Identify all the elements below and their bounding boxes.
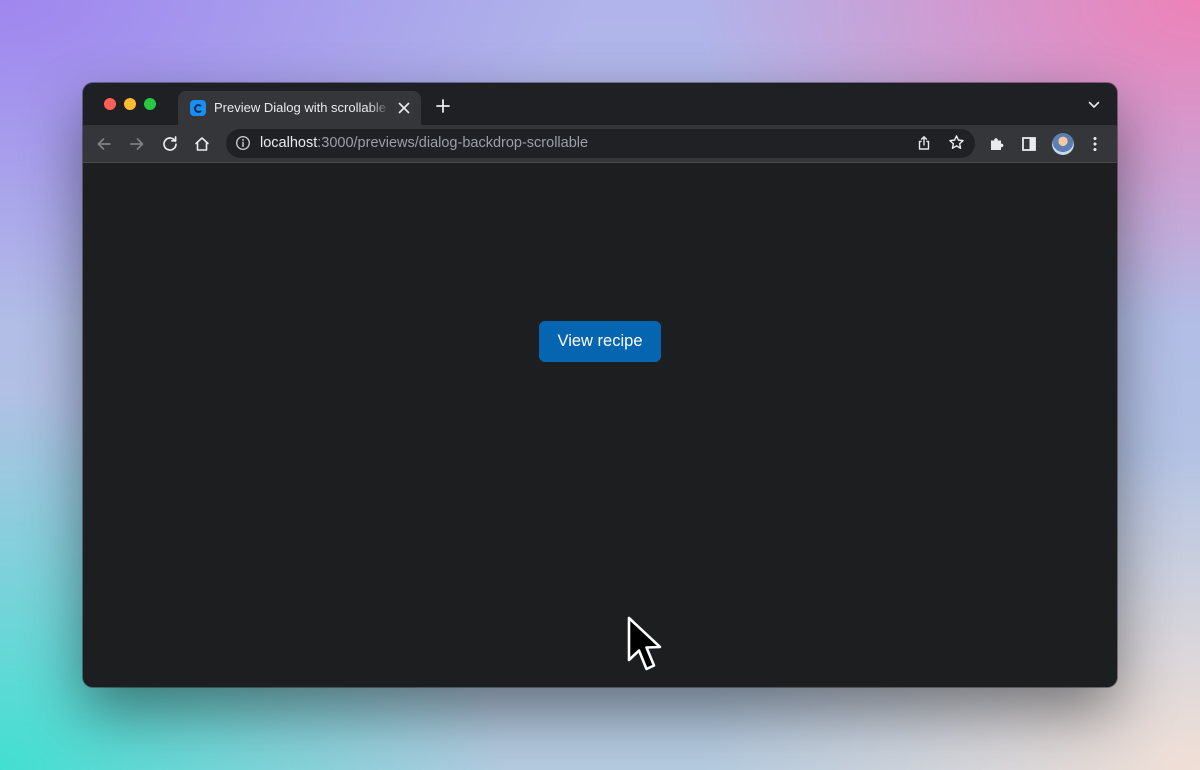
title-bar: Preview Dialog with scrollable backdrop	[83, 83, 1117, 125]
minimize-window-button[interactable]	[124, 98, 136, 110]
avatar[interactable]	[1052, 133, 1074, 155]
home-icon[interactable]	[193, 135, 211, 153]
chevron-down-icon[interactable]	[1088, 101, 1100, 109]
browser-tab[interactable]: Preview Dialog with scrollable backdrop	[178, 91, 421, 125]
address-bar[interactable]: localhost:3000/previews/dialog-backdrop-…	[226, 129, 975, 158]
close-tab-icon[interactable]	[397, 101, 411, 115]
url-host: localhost	[260, 135, 318, 151]
page-content: View recipe	[83, 163, 1117, 687]
side-panel-icon[interactable]	[1020, 135, 1038, 153]
browser-toolbar: localhost:3000/previews/dialog-backdrop-…	[83, 125, 1117, 163]
share-icon[interactable]	[916, 135, 932, 151]
new-tab-icon[interactable]	[436, 99, 450, 113]
mouse-cursor-icon	[627, 616, 662, 671]
tab-title: Preview Dialog with scrollable backdrop	[214, 100, 390, 115]
close-window-button[interactable]	[104, 98, 116, 110]
puzzle-icon[interactable]	[988, 135, 1006, 153]
more-vertical-icon[interactable]	[1086, 135, 1104, 153]
info-icon[interactable]	[235, 135, 251, 151]
url-text: localhost:3000/previews/dialog-backdrop-…	[260, 135, 588, 151]
reload-icon[interactable]	[161, 135, 179, 153]
arrow-left-icon[interactable]	[95, 135, 113, 153]
star-icon[interactable]	[948, 134, 965, 151]
favicon-icon	[190, 100, 206, 116]
browser-window: Preview Dialog with scrollable backdrop	[83, 83, 1117, 687]
zoom-window-button[interactable]	[144, 98, 156, 110]
arrow-right-icon[interactable]	[128, 135, 146, 153]
url-path: :3000/previews/dialog-backdrop-scrollabl…	[317, 135, 589, 151]
view-recipe-button[interactable]: View recipe	[539, 321, 661, 362]
